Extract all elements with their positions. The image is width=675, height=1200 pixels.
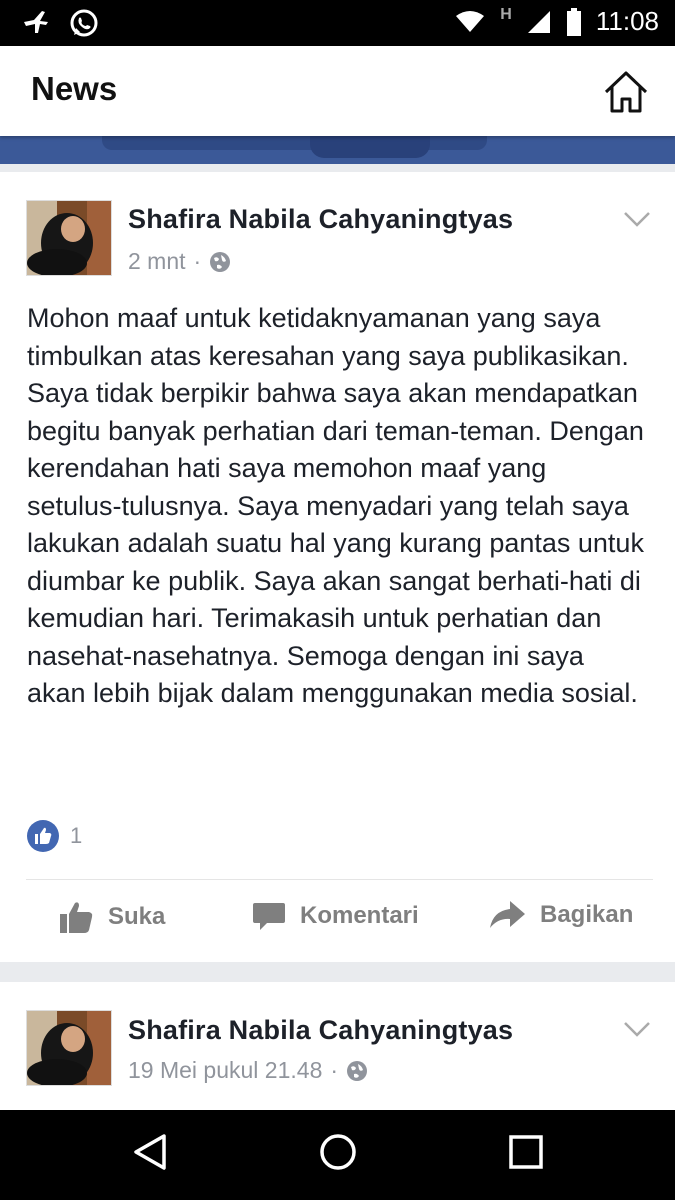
chevron-down-icon[interactable] (623, 210, 651, 228)
globe-icon (210, 251, 231, 272)
back-icon[interactable] (132, 1132, 168, 1172)
like-label: Suka (108, 903, 166, 930)
post-text: Mohon maaf untuk ketidaknyamanan yang sa… (27, 303, 644, 708)
chevron-down-icon[interactable] (623, 1020, 651, 1038)
like-count: 1 (70, 823, 83, 848)
signal-icon (527, 10, 550, 33)
post-author[interactable]: Shafira Nabila Cahyaningtyas (128, 1015, 513, 1046)
post-time[interactable]: 2 mnt (128, 248, 186, 275)
recents-icon[interactable] (508, 1132, 544, 1172)
clock: 11:08 (595, 6, 659, 36)
thumbs-up-icon (60, 902, 93, 933)
comment-button[interactable]: Komentari (252, 900, 419, 932)
battery-icon (566, 7, 581, 36)
like-reaction-icon (27, 820, 59, 852)
share-icon (490, 901, 525, 928)
airplane-like-icon (24, 11, 48, 33)
globe-icon (347, 1060, 368, 1081)
post-meta: 2 mnt · (128, 248, 231, 275)
comment-label: Komentari (300, 902, 419, 929)
divider (26, 879, 653, 880)
app-bar: News (0, 46, 675, 136)
share-label: Bagikan (540, 901, 634, 928)
post-time[interactable]: 19 Mei pukul 21.48 (128, 1057, 322, 1084)
system-navigation-bar (0, 1110, 675, 1200)
reactions-summary[interactable]: 1 (26, 819, 82, 853)
post-actions: Suka Komentari Bagikan (0, 900, 675, 944)
home-circle-icon[interactable] (318, 1132, 358, 1172)
post-card: Shafira Nabila Cahyaningtyas 19 Mei puku… (0, 982, 675, 1110)
wifi-icon (456, 10, 485, 32)
post-meta: 19 Mei pukul 21.48 · (128, 1057, 368, 1084)
network-type-label: H (500, 5, 512, 23)
status-bar: H 11:08 (0, 0, 675, 46)
avatar[interactable] (26, 1010, 112, 1086)
share-button[interactable]: Bagikan (488, 900, 633, 930)
home-icon[interactable] (603, 70, 649, 114)
page-title: News (31, 70, 118, 107)
post-card: Shafira Nabila Cahyaningtyas 2 mnt · Moh… (0, 172, 675, 962)
avatar[interactable] (26, 200, 112, 276)
facebook-header-strip (0, 136, 675, 164)
comment-icon (253, 903, 285, 930)
like-button[interactable]: Suka (58, 900, 165, 934)
whatsapp-icon (70, 9, 98, 37)
post-author[interactable]: Shafira Nabila Cahyaningtyas (128, 204, 513, 235)
